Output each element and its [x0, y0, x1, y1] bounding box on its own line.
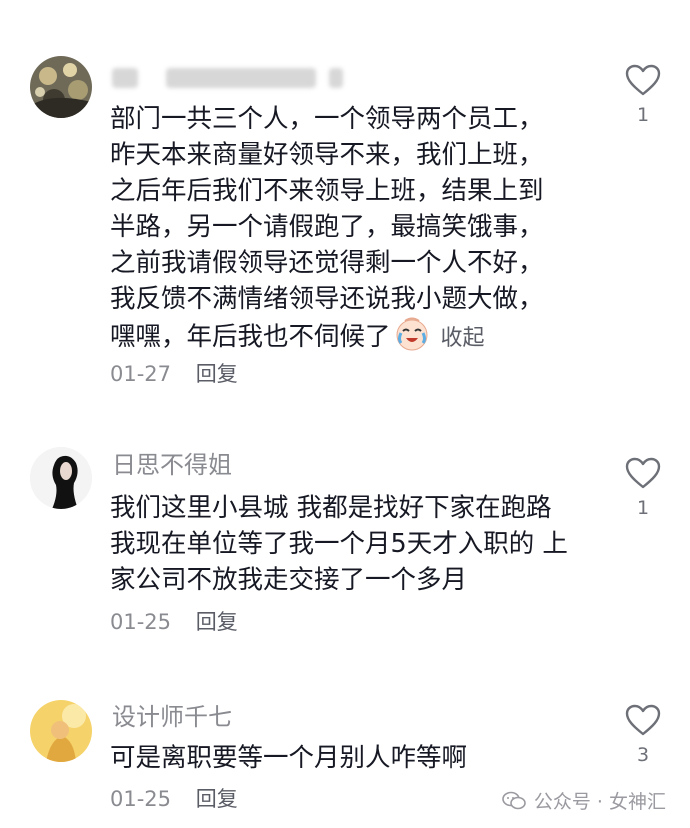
comment-text: 可是离职要等一个月别人咋等啊	[110, 740, 588, 776]
like-button[interactable]: 1	[620, 64, 666, 126]
avatar[interactable]	[30, 700, 92, 762]
avatar[interactable]	[30, 447, 92, 509]
wechat-icon	[502, 791, 526, 809]
blurred-username	[112, 68, 138, 88]
comment-line: 半路，另一个请假跑了，最搞笑饿事，	[110, 212, 544, 242]
heart-outline-icon	[625, 704, 661, 736]
comment-meta: 01-25 回复	[110, 608, 238, 636]
blurred-username	[329, 68, 344, 88]
heart-outline-icon	[625, 457, 661, 489]
comment-line: 部门一共三个人，一个领导两个员工，	[110, 104, 544, 134]
comment-meta: 01-25 回复	[110, 785, 238, 813]
comment-meta: 01-27 回复	[110, 360, 238, 388]
comment-line: 嘿嘿，年后我也不伺候了	[110, 322, 391, 352]
like-count: 1	[636, 104, 650, 126]
like-count: 1	[636, 497, 650, 519]
comment-last-line: 嘿嘿，年后我也不伺候了 收起	[110, 317, 588, 357]
comment-line: 之前我请假领导还觉得剩一个人不好，	[110, 248, 544, 278]
like-count: 3	[636, 744, 650, 766]
watermark: 公众号 · 女神汇	[502, 787, 666, 814]
avatar[interactable]	[30, 56, 92, 118]
username[interactable]: 设计师千七	[112, 702, 232, 732]
comment-text: 我们这里小县城 我都是找好下家在跑路 我现在单位等了我一个月5天才入职的 上 家…	[110, 490, 588, 598]
comment-line: 我现在单位等了我一个月5天才入职的 上	[110, 529, 568, 559]
comment-line: 昨天本来商量好领导不来，我们上班，	[110, 140, 544, 170]
comment-date: 01-27	[110, 362, 172, 386]
comment-line: 之后年后我们不来领导上班，结果上到	[110, 176, 544, 206]
reply-button[interactable]: 回复	[196, 787, 238, 811]
reply-button[interactable]: 回复	[196, 610, 238, 634]
like-button[interactable]: 1	[620, 457, 666, 519]
heart-outline-icon	[625, 64, 661, 96]
reply-button[interactable]: 回复	[196, 362, 238, 386]
username[interactable]: 日思不得姐	[112, 450, 232, 480]
comment-line: 我们这里小县城 我都是找好下家在跑路	[110, 493, 552, 523]
watermark-text: 公众号 · 女神汇	[533, 791, 666, 813]
comment-line: 可是离职要等一个月别人咋等啊	[110, 743, 468, 773]
blurred-username	[165, 68, 316, 88]
collapse-link[interactable]: 收起	[441, 326, 485, 351]
comment-date: 01-25	[110, 610, 172, 634]
comment-text: 部门一共三个人，一个领导两个员工， 昨天本来商量好领导不来，我们上班， 之后年后…	[110, 101, 588, 357]
comment-line: 我反馈不满情绪领导还说我小题大做，	[110, 284, 544, 314]
crying-laughing-emoji-icon	[395, 317, 429, 351]
like-button[interactable]: 3	[620, 704, 666, 766]
comment-line: 家公司不放我走交接了一个多月	[110, 565, 468, 595]
username[interactable]	[112, 62, 344, 92]
comment-date: 01-25	[110, 787, 172, 811]
